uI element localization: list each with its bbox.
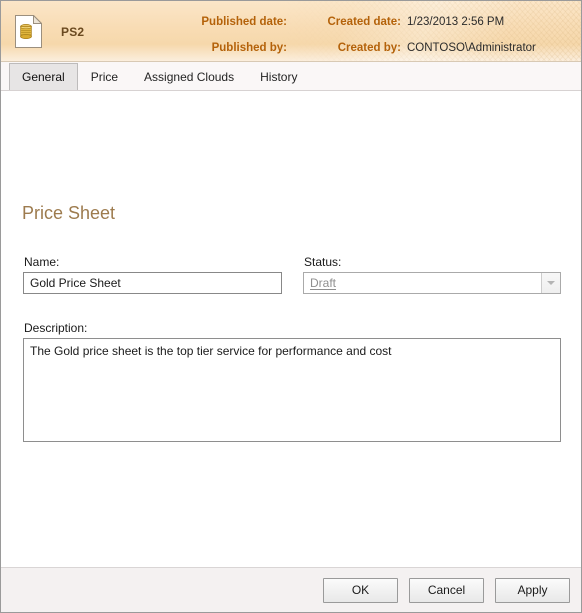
status-dropdown-toggle[interactable] xyxy=(541,273,560,293)
published-date-label: Published date: xyxy=(201,16,287,28)
tab-price-label: Price xyxy=(90,70,119,84)
page-title: Price Sheet xyxy=(22,203,116,223)
created-by-value: CONTOSO\Administrator xyxy=(407,42,536,54)
description-field-label: Description: xyxy=(24,321,88,335)
description-input[interactable] xyxy=(23,338,561,442)
ok-button-label: OK xyxy=(351,583,370,597)
tab-price[interactable]: Price xyxy=(78,63,131,90)
dialog-header: PS2 Published date: Created date: 1/23/2… xyxy=(1,1,581,62)
published-by-label: Published by: xyxy=(211,42,287,54)
general-tab-panel: Price Sheet Name: Status: Draft Descript… xyxy=(1,91,581,567)
tab-strip: General Price Assigned Clouds History xyxy=(1,62,581,97)
header-meta-grid: Published date: Created date: 1/23/2013 … xyxy=(151,12,571,58)
tab-general[interactable]: General xyxy=(9,63,78,97)
chevron-down-icon xyxy=(547,281,555,285)
tab-history-label: History xyxy=(260,70,298,84)
status-dropdown[interactable]: Draft xyxy=(303,272,561,294)
dialog-footer: OK Cancel Apply xyxy=(1,567,581,612)
cancel-button[interactable]: Cancel xyxy=(409,577,484,603)
status-field-label: Status: xyxy=(304,255,342,269)
name-field-label: Name: xyxy=(24,255,60,269)
ok-button[interactable]: OK xyxy=(323,577,398,603)
status-dropdown-value: Draft xyxy=(310,276,337,290)
tab-assigned-clouds[interactable]: Assigned Clouds xyxy=(131,63,247,90)
created-by-label: Created by: xyxy=(337,42,401,54)
created-date-value: 1/23/2013 2:56 PM xyxy=(407,16,505,28)
name-input[interactable] xyxy=(23,272,282,294)
apply-button-label: Apply xyxy=(517,583,548,597)
tab-assigned-clouds-label: Assigned Clouds xyxy=(144,70,235,84)
header-title: PS2 xyxy=(61,25,85,39)
tab-general-label: General xyxy=(22,70,65,84)
created-date-label: Created date: xyxy=(327,16,402,28)
tab-history[interactable]: History xyxy=(247,63,310,90)
apply-button[interactable]: Apply xyxy=(495,577,570,603)
price-sheet-properties-dialog: PS2 Published date: Created date: 1/23/2… xyxy=(0,0,582,613)
cancel-button-label: Cancel xyxy=(427,583,466,597)
price-sheet-document-icon xyxy=(15,14,43,48)
